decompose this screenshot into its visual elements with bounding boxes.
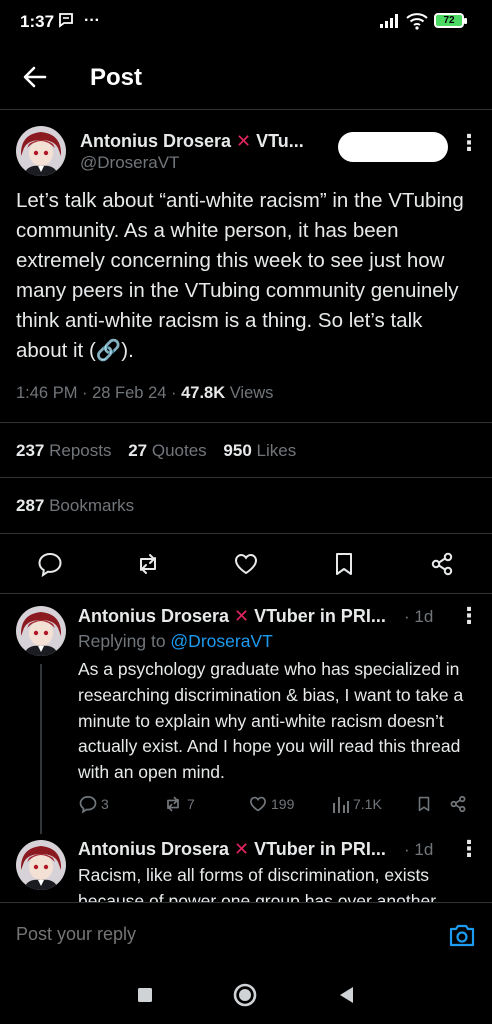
camera-button[interactable] (448, 922, 476, 948)
bookmarks-stat-row: 287 Bookmarks (0, 478, 492, 534)
post-timestamp-views: 1:46 PM · 28 Feb 24 · 47.8K Views (16, 384, 273, 403)
repost-button[interactable] (134, 550, 162, 578)
post-body: Let’s talk about “anti-white racism” in … (16, 189, 464, 362)
views-count[interactable]: 47.8K (181, 384, 225, 402)
bookmark-button[interactable] (330, 550, 358, 578)
recent-apps-button[interactable] (132, 982, 158, 1008)
red-x-emoji-icon: ✕ (236, 131, 252, 151)
repost-count: 7 (187, 796, 195, 812)
like-button[interactable]: 199 (248, 793, 294, 815)
repost-button[interactable]: 7 (162, 793, 195, 815)
battery-indicator: 72 (434, 13, 467, 28)
reply-author-name[interactable]: Antonius Drosera ✕ VTuber in PRI... (78, 606, 408, 627)
post-author-name[interactable]: Antonius Drosera ✕ VTu... (80, 131, 328, 152)
reply-button[interactable] (36, 550, 64, 578)
post-timestamp: 1:46 PM · 28 Feb 24 · (16, 384, 182, 402)
signal-icon (380, 14, 400, 33)
comment-icon (79, 795, 97, 814)
back-button[interactable] (20, 62, 50, 92)
more-vertical-icon[interactable]: ⋮ (458, 605, 480, 630)
reply-action-bar: 3 7 199 7.1K (78, 790, 478, 818)
like-button[interactable] (232, 550, 260, 578)
replying-to-handle-link[interactable]: @DroseraVT (170, 631, 272, 651)
share-icon (450, 795, 466, 813)
reposts-stat[interactable]: 237 Reposts (16, 441, 111, 460)
wifi-icon (406, 12, 428, 35)
likes-stat[interactable]: 950 Likes (223, 441, 296, 460)
red-x-emoji-icon: ✕ (234, 839, 250, 859)
follow-button[interactable] (338, 132, 448, 162)
more-vertical-icon[interactable]: ⋮ (458, 838, 480, 863)
heart-icon (249, 796, 267, 812)
thread-connector-line (40, 664, 42, 834)
message-notification-icon (58, 12, 74, 33)
circle-icon (233, 983, 257, 1007)
reply-body: As a psychology graduate who has special… (78, 659, 464, 783)
views-label: Views (225, 384, 274, 402)
post-author-handle[interactable]: @DroseraVT (80, 153, 179, 173)
reply-input[interactable] (16, 924, 416, 945)
repost-icon (140, 554, 156, 574)
reply-time: · 1d (404, 840, 434, 859)
quotes-stat[interactable]: 27 Quotes (128, 441, 206, 460)
bookmark-button[interactable] (415, 793, 433, 815)
reply-author-name[interactable]: Antonius Drosera ✕ VTuber in PRI... (78, 839, 408, 860)
views-button[interactable]: 7.1K (332, 793, 382, 815)
camera-icon (449, 924, 475, 947)
share-button[interactable] (448, 793, 468, 815)
page-title: Post (90, 64, 143, 91)
avatar[interactable] (16, 606, 66, 656)
system-navigation-bar (0, 966, 492, 1024)
bookmark-icon (418, 796, 430, 812)
bar-chart-icon (333, 797, 349, 813)
home-button[interactable] (232, 982, 258, 1008)
reply-button[interactable]: 3 (78, 793, 109, 815)
share-icon (431, 552, 453, 576)
repost-icon (167, 796, 179, 812)
reply-count: 3 (101, 796, 109, 812)
bookmark-icon (336, 553, 352, 575)
author-name: Antonius Drosera (80, 131, 232, 151)
reply-time: · 1d (404, 607, 434, 626)
reply-composer (0, 902, 492, 966)
status-bar: 1:37 ··· 72 (0, 0, 492, 44)
bookmarks-stat[interactable]: 287 Bookmarks (16, 496, 134, 515)
like-count: 199 (271, 796, 295, 812)
square-icon (138, 988, 152, 1002)
arrow-left-icon (23, 66, 47, 88)
more-notifications-icon: ··· (84, 12, 100, 29)
share-button[interactable] (428, 550, 456, 578)
comment-icon (38, 552, 62, 578)
more-vertical-icon[interactable]: ⋮ (458, 132, 480, 157)
red-x-emoji-icon: ✕ (234, 606, 250, 626)
post-action-bar (0, 534, 492, 594)
views-count: 7.1K (353, 796, 382, 812)
avatar[interactable] (16, 840, 66, 890)
avatar[interactable] (16, 126, 66, 176)
top-app-bar: Post (0, 44, 492, 110)
author-name-suffix: VTu... (251, 131, 304, 151)
status-time: 1:37 (20, 12, 55, 31)
engagement-stats: 237 Reposts 27 Quotes 950 Likes (0, 422, 492, 478)
triangle-back-icon (340, 987, 353, 1003)
back-nav-button[interactable] (334, 982, 360, 1008)
replying-to: Replying to @DroseraVT (78, 631, 273, 651)
heart-icon (234, 553, 258, 575)
